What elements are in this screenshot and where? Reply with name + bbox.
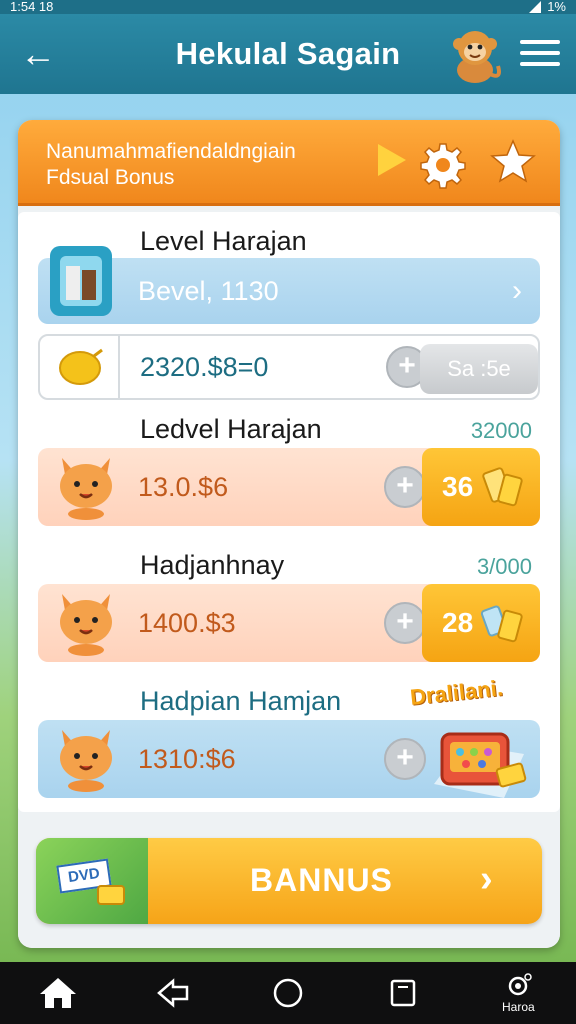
coin-amount: 2320.$8=0 (140, 351, 269, 382)
status-bar: 1:54 18 1% (0, 0, 576, 14)
nav-back[interactable] (143, 968, 203, 1018)
bonus-area: DVD BANNUS › (18, 820, 560, 948)
gold-buy-button[interactable]: 28 (422, 584, 540, 662)
banner-headline: Nanumahmafiendaldngiain (46, 140, 296, 163)
signal-icon (529, 1, 542, 13)
section-title: Hadpian Hamjan (140, 686, 342, 716)
battery-level: 1% (547, 0, 566, 14)
nav-home[interactable] (28, 968, 88, 1018)
gem-bars-icon (481, 605, 523, 643)
settings-gear-icon (509, 973, 533, 996)
section-title: Ledvel Harajan (140, 414, 322, 444)
bonus-banner: Nanumahmafiendaldngiain Fdsual Bonus (18, 120, 560, 206)
level-amount: 13.0.$6 (138, 471, 229, 502)
chevron-right-icon: › (480, 858, 493, 900)
add-button[interactable]: + (384, 738, 426, 780)
back-button[interactable]: ← (18, 36, 58, 72)
level-app-icon (50, 246, 112, 316)
nav-recents[interactable] (373, 968, 433, 1018)
home-icon (39, 978, 76, 1008)
level-row[interactable]: 13.0.$6 + 36 (38, 448, 540, 526)
monkey-mascot-icon (453, 31, 501, 83)
star-icon[interactable] (490, 138, 536, 184)
app-bar: ← Hekulal Sagain (0, 14, 576, 94)
level-label: Bevel, 1130 (138, 275, 279, 306)
level-amount: 1310:$6 (138, 743, 236, 774)
recents-icon (390, 979, 416, 1007)
section-score: 3/000 (476, 554, 532, 579)
section-score: 32000 (470, 418, 532, 443)
nav-home-circle[interactable] (258, 968, 318, 1018)
add-button[interactable]: + (384, 602, 426, 644)
level-list: Level Harajan Bevel, 1130 › 2320.$8=0 + … (18, 212, 560, 812)
section-title: Level Harajan (140, 226, 307, 256)
status-time: 1:54 18 (10, 0, 54, 14)
gold-count: 36 (442, 471, 474, 502)
lemon-icon (59, 348, 103, 385)
level-row[interactable]: Bevel, 1130 › (38, 246, 540, 324)
bonus-label: BANNUS (250, 862, 393, 898)
level-row[interactable]: 1310:$6 + (38, 720, 540, 798)
gold-count: 28 (442, 607, 474, 638)
save-button[interactable]: Sa :5e (420, 344, 538, 394)
gear-icon[interactable] (418, 140, 468, 190)
main-panel: Nanumahmafiendaldngiain Fdsual Bonus Lev… (18, 120, 560, 948)
cat-character-icon (60, 458, 112, 520)
back-arrow-icon (156, 978, 189, 1008)
chevron-right-icon: › (512, 274, 522, 307)
section-title: Hadjanhnay (140, 550, 285, 580)
gold-bars-icon (482, 467, 523, 507)
bonus-badge: DVD (36, 838, 148, 924)
treasure-chest-icon (434, 732, 527, 798)
page-title: Hekulal Sagain (175, 36, 401, 71)
banner-subtitle: Fdsual Bonus (46, 166, 175, 189)
bottom-nav: Haroa (0, 962, 576, 1024)
reward-badge: Dralilani. (408, 675, 504, 710)
gold-buy-button[interactable]: 36 (422, 448, 540, 526)
menu-button[interactable] (520, 40, 560, 70)
nav-profile-label: Haroa (502, 1000, 535, 1014)
cat-character-icon (60, 730, 112, 792)
bonus-button[interactable]: DVD BANNUS › (36, 838, 542, 924)
level-row[interactable]: 1400.$3 + 28 (38, 584, 540, 662)
nav-profile[interactable]: Haroa (488, 968, 548, 1018)
level-amount: 1400.$3 (138, 607, 236, 638)
cat-character-icon (60, 594, 112, 656)
circle-home-icon (273, 978, 303, 1008)
add-button[interactable]: + (384, 466, 426, 508)
play-arrow-icon[interactable] (378, 144, 406, 176)
gold-bar-icon (97, 885, 125, 905)
coin-row[interactable]: 2320.$8=0 + Sa :5e (38, 334, 540, 400)
